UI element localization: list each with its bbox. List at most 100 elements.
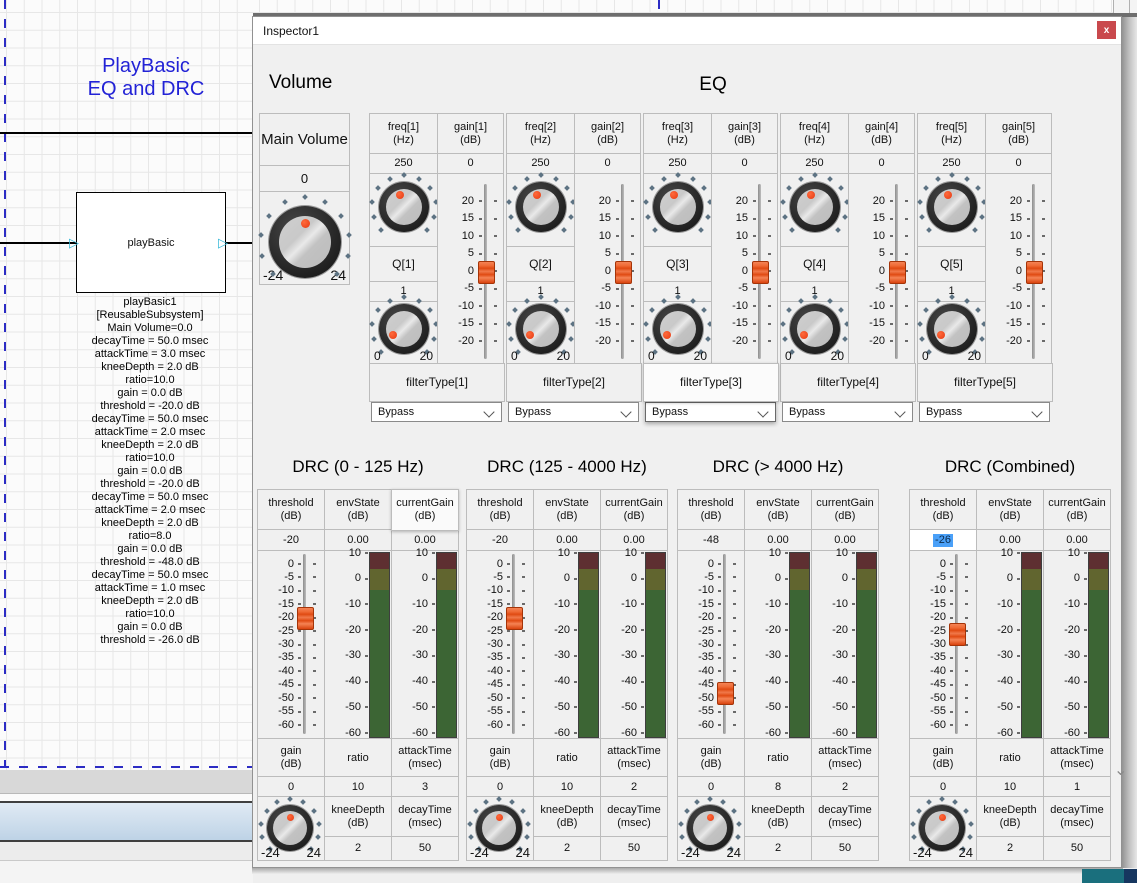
slider-handle[interactable] <box>615 261 632 284</box>
knob-tick <box>645 214 651 220</box>
filter-type-dropdown[interactable]: Bypass <box>508 402 639 422</box>
drc-decaytime-value[interactable]: 50 <box>811 836 879 861</box>
drc-kneedepth-value[interactable]: 2 <box>533 836 601 861</box>
drc-gain-value[interactable]: 0 <box>466 776 534 798</box>
close-button[interactable]: x <box>1097 21 1116 39</box>
slider-tick <box>631 305 634 307</box>
drc-decaytime-value[interactable]: 50 <box>391 836 459 861</box>
slider-tick <box>768 288 771 290</box>
filter-type-dropdown[interactable]: Bypass <box>782 402 913 422</box>
eq-gain-value[interactable]: 0 <box>574 153 641 174</box>
drc-gain-value[interactable]: 0 <box>257 776 325 798</box>
slider-tick <box>733 670 736 672</box>
drc-attacktime-value[interactable]: 1 <box>1043 776 1111 798</box>
slider-tick <box>616 235 619 237</box>
slider-track[interactable] <box>303 554 306 734</box>
knob-max-label: 24 <box>516 846 530 859</box>
filter-type-dropdown[interactable]: Bypass <box>371 402 502 422</box>
slider-tick <box>718 724 721 726</box>
slider-scale-label: 0 <box>576 266 611 277</box>
eq-gain-value[interactable]: 0 <box>711 153 778 174</box>
drc-threshold-value[interactable]: -48 <box>677 529 745 551</box>
drc-ratio-value[interactable]: 10 <box>976 776 1044 798</box>
eq-gain-value[interactable]: 0 <box>437 153 504 174</box>
drc-decaytime-header: decayTime(msec) <box>391 796 459 838</box>
slider-handle[interactable] <box>949 623 966 646</box>
slider-handle[interactable] <box>506 607 523 630</box>
drc-threshold-value[interactable]: -20 <box>466 529 534 551</box>
slider-scale-label: -15 <box>439 318 474 329</box>
knob-tick <box>473 808 479 814</box>
slider-handle[interactable] <box>297 607 314 630</box>
meter-scale-label: -30 <box>1044 650 1080 661</box>
block-annotation: playBasic1[ReusableSubsystem]Main Volume… <box>40 296 260 647</box>
slider-tick <box>718 657 721 659</box>
drc-ratio-value[interactable]: 10 <box>324 776 392 798</box>
slider-scale-label: -50 <box>468 693 503 704</box>
eq-gain-value[interactable]: 0 <box>848 153 915 174</box>
knob-face <box>386 189 422 225</box>
slider-scale-label: 15 <box>439 213 474 224</box>
drc-decaytime-value[interactable]: 50 <box>1043 836 1111 861</box>
drc-gain-value[interactable]: 0 <box>677 776 745 798</box>
slider-tick <box>718 576 721 578</box>
eq-q-knob-cell: 020 <box>506 301 575 364</box>
slider-scale-label: 0 <box>679 559 714 570</box>
slider-scale-label: -20 <box>987 336 1022 347</box>
meter-scale-label: 0 <box>325 573 361 584</box>
eq-gain-value[interactable]: 0 <box>985 153 1052 174</box>
playbasic-subsystem-block[interactable]: playBasic <box>76 192 226 293</box>
meter-tick <box>1084 655 1087 657</box>
slider-handle[interactable] <box>889 261 906 284</box>
main-volume-value[interactable]: 0 <box>259 165 350 192</box>
drc-threshold-edit-field[interactable]: -26 <box>909 529 977 551</box>
slider-track[interactable] <box>723 554 726 734</box>
drc-envstate-header-text: (dB) <box>768 510 789 523</box>
divider-line <box>1129 0 1130 13</box>
knob-tick <box>375 307 381 313</box>
meter-zone-high <box>646 553 665 569</box>
slider-handle[interactable] <box>478 261 495 284</box>
meter-tick <box>641 552 644 554</box>
drc-attacktime-value[interactable]: 3 <box>391 776 459 798</box>
drc-gain-knob-cell: -2424 <box>466 796 534 861</box>
meter-tick <box>365 578 368 580</box>
slider-scale-label: -20 <box>911 612 946 623</box>
slider-scale-label: -35 <box>259 652 294 663</box>
eq-freq-header: freq[5](Hz) <box>917 113 986 154</box>
horizontal-scrollbar[interactable] <box>0 803 253 840</box>
drc-ratio-header: ratio <box>324 738 392 778</box>
window-titlebar[interactable]: Inspector1 x <box>253 17 1121 45</box>
drc-ratio-value[interactable]: 8 <box>744 776 812 798</box>
drc-threshold-value[interactable]: -20 <box>257 529 325 551</box>
eq-freq-header-text: freq[2] <box>525 121 556 134</box>
output-port-icon: ▷ <box>218 236 228 249</box>
drc-attacktime-value[interactable]: 2 <box>600 776 668 798</box>
currentgain-level-meter <box>645 552 666 738</box>
drc-decaytime-value[interactable]: 50 <box>600 836 668 861</box>
slider-handle[interactable] <box>1026 261 1043 284</box>
knob-indicator-dot <box>939 814 946 821</box>
drc-ratio-value[interactable]: 10 <box>533 776 601 798</box>
slider-scale-label: 5 <box>576 248 611 259</box>
slider-tick <box>298 576 301 578</box>
slider-tick <box>965 724 968 726</box>
filter-type-dropdown[interactable]: Bypass <box>919 402 1050 422</box>
slider-scale-label: -30 <box>679 639 714 650</box>
slider-handle[interactable] <box>717 682 734 705</box>
drc-attacktime-value[interactable]: 2 <box>811 776 879 798</box>
filter-type-dropdown[interactable]: Bypass <box>645 402 776 422</box>
slider-tick <box>768 218 771 220</box>
drc-gain-value[interactable]: 0 <box>909 776 977 798</box>
drc-kneedepth-value[interactable]: 2 <box>744 836 812 861</box>
eq-gain-header: gain[4](dB) <box>848 113 915 154</box>
drc-kneedepth-value[interactable]: 2 <box>324 836 392 861</box>
drc-kneedepth-value[interactable]: 2 <box>976 836 1044 861</box>
slider-tick <box>965 603 968 605</box>
block-parameter-line: kneeDepth = 2.0 dB <box>40 439 260 452</box>
drc-gain-value-text: 0 <box>497 781 503 794</box>
slider-handle[interactable] <box>752 261 769 284</box>
knob-max-label: 20 <box>694 350 707 363</box>
meter-scale-label: -20 <box>745 625 781 636</box>
slider-track[interactable] <box>512 554 515 734</box>
